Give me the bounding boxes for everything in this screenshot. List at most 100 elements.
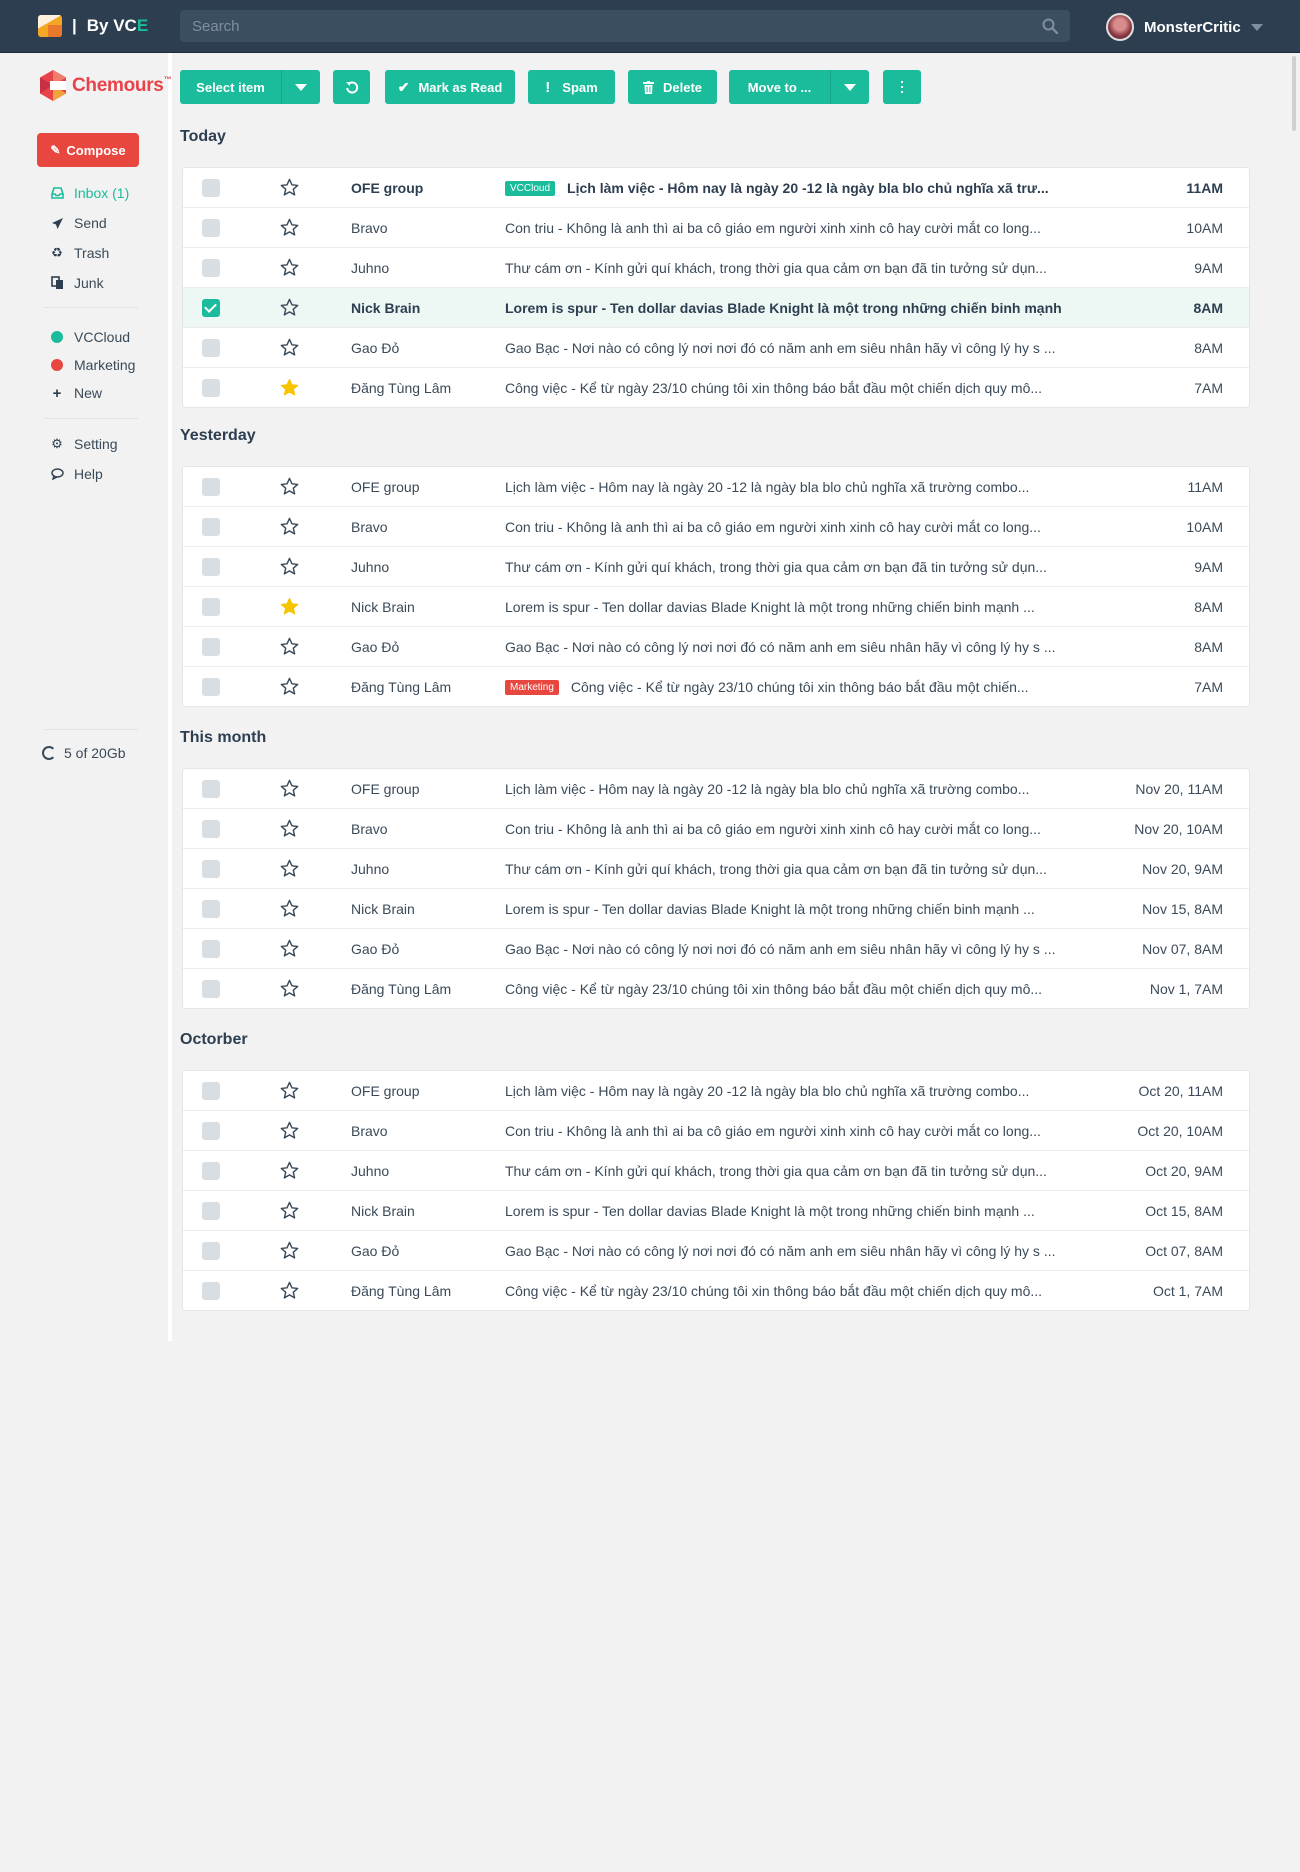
row-checkbox[interactable] xyxy=(202,1082,220,1100)
row-checkbox[interactable] xyxy=(202,638,220,656)
row-checkbox[interactable] xyxy=(202,678,220,696)
sidebar-item-marketing[interactable]: Marketing xyxy=(50,357,135,373)
star-icon[interactable] xyxy=(280,859,299,878)
row-checkbox[interactable] xyxy=(202,980,220,998)
mail-row[interactable]: Nick Brain Lorem is spur - Ten dollar dav… xyxy=(183,288,1249,328)
row-checkbox[interactable] xyxy=(202,1122,220,1140)
row-checkbox[interactable] xyxy=(202,860,220,878)
mail-row[interactable]: Nick Brain Lorem is spur - Ten dollar dav… xyxy=(183,1191,1249,1231)
star-filled-icon[interactable] xyxy=(280,378,299,397)
sidebar-item-send[interactable]: Send xyxy=(50,215,107,231)
star-icon[interactable] xyxy=(280,1201,299,1220)
row-checkbox[interactable] xyxy=(202,259,220,277)
mail-row[interactable]: OFE group Lịch làm việc - Hôm nay là ngày… xyxy=(183,769,1249,809)
row-checkbox[interactable] xyxy=(202,900,220,918)
mail-row[interactable]: Gao Đỏ Gao Bạc - Nơi nào có công lý nơi n… xyxy=(183,627,1249,667)
scrollbar[interactable] xyxy=(1292,56,1296,131)
star-icon[interactable] xyxy=(280,178,299,197)
mail-row[interactable]: Đăng Tùng Lâm Công việc - Kể từ ngày 23/1… xyxy=(183,368,1249,407)
mail-row[interactable]: Bravo Con triu - Không là anh thì ai ba c… xyxy=(183,208,1249,248)
star-icon[interactable] xyxy=(280,1121,299,1140)
row-checkbox[interactable] xyxy=(202,940,220,958)
sidebar-item-junk[interactable]: Junk xyxy=(50,275,104,291)
sidebar-item-setting[interactable]: ⚙ Setting xyxy=(50,436,117,452)
mail-row[interactable]: Juhno Thư cám ơn - Kính gửi quí khách, tr… xyxy=(183,248,1249,288)
select-item-caret[interactable] xyxy=(282,70,320,104)
star-icon[interactable] xyxy=(280,1281,299,1300)
move-to-label[interactable]: Move to ... xyxy=(729,70,830,104)
mail-row[interactable]: Đăng Tùng Lâm Marketing Công việc - Kể từ … xyxy=(183,667,1249,706)
star-icon[interactable] xyxy=(280,637,299,656)
sidebar-item-help[interactable]: Help xyxy=(50,466,103,482)
row-checkbox[interactable] xyxy=(202,179,220,197)
mail-row[interactable]: Gao Đỏ Gao Bạc - Nơi nào có công lý nơi n… xyxy=(183,1231,1249,1271)
select-item-dropdown[interactable]: Select item xyxy=(180,70,320,104)
select-item-label[interactable]: Select item xyxy=(180,70,281,104)
row-checkbox[interactable] xyxy=(202,379,220,397)
mail-row[interactable]: OFE group Lịch làm việc - Hôm nay là ngày… xyxy=(183,1071,1249,1111)
star-icon[interactable] xyxy=(280,338,299,357)
row-checkbox[interactable] xyxy=(202,820,220,838)
star-icon[interactable] xyxy=(280,1161,299,1180)
user-name[interactable]: MonsterCritic xyxy=(1144,19,1241,36)
mail-row[interactable]: Gao Đỏ Gao Bạc - Nơi nào có công lý nơi n… xyxy=(183,328,1249,368)
mail-row[interactable]: Nick Brain Lorem is spur - Ten dollar dav… xyxy=(183,587,1249,627)
star-icon[interactable] xyxy=(280,557,299,576)
star-icon[interactable] xyxy=(280,979,299,998)
row-checkbox[interactable] xyxy=(202,299,220,317)
mail-row[interactable]: Đăng Tùng Lâm Công việc - Kể từ ngày 23/1… xyxy=(183,969,1249,1008)
star-icon[interactable] xyxy=(280,1241,299,1260)
star-icon[interactable] xyxy=(280,298,299,317)
row-checkbox[interactable] xyxy=(202,1202,220,1220)
star-icon[interactable] xyxy=(280,779,299,798)
app-logo[interactable]: | By VCE xyxy=(38,14,148,38)
mail-row[interactable]: Juhno Thư cám ơn - Kính gửi quí khách, tr… xyxy=(183,1151,1249,1191)
mail-row[interactable]: Bravo Con triu - Không là anh thì ai ba c… xyxy=(183,1111,1249,1151)
row-checkbox[interactable] xyxy=(202,339,220,357)
row-checkbox[interactable] xyxy=(202,1242,220,1260)
row-checkbox[interactable] xyxy=(202,558,220,576)
row-checkbox[interactable] xyxy=(202,1162,220,1180)
search-icon[interactable] xyxy=(1042,18,1058,34)
mail-row[interactable]: Bravo Con triu - Không là anh thì ai ba c… xyxy=(183,809,1249,849)
new-label-button[interactable]: + New xyxy=(50,385,102,402)
star-filled-icon[interactable] xyxy=(280,597,299,616)
star-icon[interactable] xyxy=(280,258,299,277)
sidebar-item-vccloud[interactable]: VCCloud xyxy=(50,329,130,345)
spam-button[interactable]: ! Spam xyxy=(528,70,615,104)
mail-row[interactable]: Juhno Thư cám ơn - Kính gửi quí khách, tr… xyxy=(183,547,1249,587)
mail-row[interactable]: Juhno Thư cám ơn - Kính gửi quí khách, tr… xyxy=(183,849,1249,889)
mail-row[interactable]: OFE group VCCloud Lịch làm việc - Hôm nay … xyxy=(183,168,1249,208)
star-icon[interactable] xyxy=(280,1081,299,1100)
mail-row[interactable]: Đăng Tùng Lâm Công việc - Kể từ ngày 23/1… xyxy=(183,1271,1249,1310)
chevron-down-icon[interactable] xyxy=(1250,23,1263,31)
star-icon[interactable] xyxy=(280,517,299,536)
sidebar-item-inbox[interactable]: Inbox (1) xyxy=(50,185,129,201)
row-checkbox[interactable] xyxy=(202,598,220,616)
mail-row[interactable]: Nick Brain Lorem is spur - Ten dollar dav… xyxy=(183,889,1249,929)
mail-row[interactable]: Gao Đỏ Gao Bạc - Nơi nào có công lý nơi n… xyxy=(183,929,1249,969)
star-icon[interactable] xyxy=(280,677,299,696)
star-icon[interactable] xyxy=(280,899,299,918)
label-badge[interactable]: Marketing xyxy=(505,679,559,695)
star-icon[interactable] xyxy=(280,477,299,496)
user-menu[interactable]: MonsterCritic xyxy=(1106,13,1263,41)
mark-as-read-button[interactable]: ✔ Mark as Read xyxy=(385,70,515,104)
star-icon[interactable] xyxy=(280,218,299,237)
mail-row[interactable]: OFE group Lịch làm việc - Hôm nay là ngày… xyxy=(183,467,1249,507)
avatar[interactable] xyxy=(1106,13,1134,41)
row-checkbox[interactable] xyxy=(202,1282,220,1300)
move-to-caret[interactable] xyxy=(831,70,869,104)
row-checkbox[interactable] xyxy=(202,518,220,536)
sidebar-item-trash[interactable]: ♻ Trash xyxy=(50,245,109,261)
star-icon[interactable] xyxy=(280,819,299,838)
row-checkbox[interactable] xyxy=(202,780,220,798)
row-checkbox[interactable] xyxy=(202,478,220,496)
delete-button[interactable]: Delete xyxy=(628,70,717,104)
mail-row[interactable]: Bravo Con triu - Không là anh thì ai ba c… xyxy=(183,507,1249,547)
move-to-dropdown[interactable]: Move to ... xyxy=(729,70,869,104)
search-input[interactable] xyxy=(192,10,1012,42)
more-options-button[interactable] xyxy=(883,70,921,104)
label-badge[interactable]: VCCloud xyxy=(505,180,556,196)
refresh-button[interactable] xyxy=(333,70,370,104)
